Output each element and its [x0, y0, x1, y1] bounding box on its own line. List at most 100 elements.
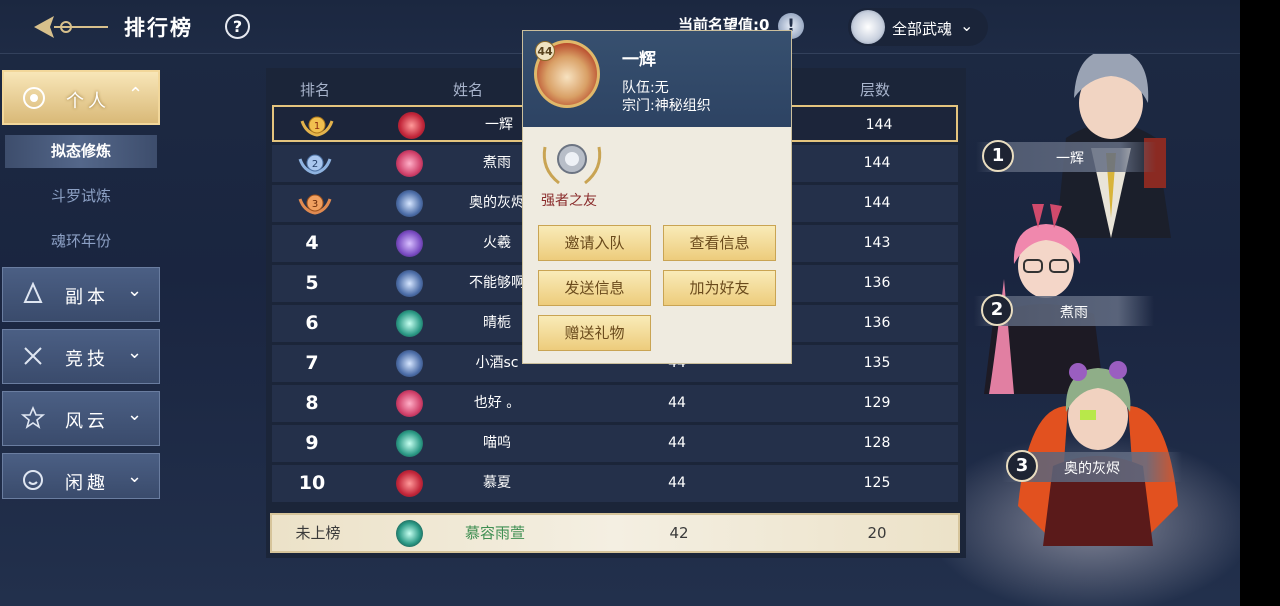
sidebar-item-storm[interactable]: 风云 ⌄	[2, 391, 160, 446]
martial-soul-emblem-icon	[396, 390, 423, 417]
my-name: 慕容雨萱	[464, 524, 525, 542]
sidebar-item-label: 竞技	[65, 349, 109, 370]
martial-soul-emblem-icon	[396, 470, 423, 497]
chevron-down-icon: ⌄	[127, 342, 143, 363]
send-gift-button[interactable]: 赠送礼物	[538, 315, 651, 351]
add-friend-button[interactable]: 加为好友	[663, 270, 776, 306]
sidebar-item-leisure[interactable]: 闲趣 ⌄	[2, 453, 160, 499]
martial-soul-emblem-icon	[398, 112, 425, 139]
leisure-icon	[23, 470, 43, 490]
player-floors: 125	[863, 475, 891, 491]
sidebar-item-label: 风云	[65, 411, 109, 432]
chevron-up-icon: ⌃	[128, 84, 144, 105]
player-floors: 143	[863, 235, 891, 251]
my-rank: 未上榜	[295, 524, 341, 542]
help-button[interactable]: ?	[225, 14, 250, 39]
table-row[interactable]: 8 也好 。 44 129	[272, 385, 958, 422]
person-icon	[23, 87, 45, 109]
podium-rank-1: 1	[982, 140, 1014, 172]
player-level: 44	[668, 435, 686, 451]
soul-filter-dropdown[interactable]: 全部武魂 ⌄	[848, 8, 988, 46]
player-name: 也好 。	[473, 395, 521, 411]
player-floors: 128	[863, 435, 891, 451]
header-rank: 排名	[300, 81, 331, 99]
soul-filter-label: 全部武魂	[892, 20, 953, 38]
back-button[interactable]	[32, 12, 110, 42]
martial-soul-emblem-icon	[396, 150, 423, 177]
player-floors: 144	[863, 195, 891, 211]
player-info-popup: 44 一辉 队伍:无 宗门:神秘组织 强者之友 邀请入队 查看信息 发送信息 加…	[522, 30, 792, 364]
player-level: 44	[668, 395, 686, 411]
invite-team-button[interactable]: 邀请入队	[538, 225, 651, 261]
player-name: 喵呜	[483, 435, 511, 451]
bronze-medal-icon: 3	[298, 194, 332, 215]
game-screen: 一辉 1 煮雨 2 奥的灰烬 3 排行榜 ? 当前名望值:0 ! 全部武魂 ⌄ …	[0, 0, 1240, 606]
martial-soul-emblem-icon	[396, 430, 423, 457]
my-level: 42	[669, 524, 689, 542]
martial-soul-emblem-icon	[396, 270, 423, 297]
header-name: 姓名	[453, 81, 484, 99]
send-message-button[interactable]: 发送信息	[538, 270, 651, 306]
sidebar-item-label: 个人	[66, 91, 110, 112]
dungeon-icon	[23, 282, 43, 303]
player-floors: 135	[863, 355, 891, 371]
rank-number: 10	[298, 472, 326, 494]
avatar-level-badge: 44	[535, 41, 555, 61]
svg-text:3: 3	[312, 199, 318, 210]
sidebar-item-arena[interactable]: 竞技 ⌄	[2, 329, 160, 384]
podium-rank-2: 2	[981, 294, 1013, 326]
rank-number: 7	[305, 352, 319, 374]
table-row[interactable]: 10 慕夏 44 125	[272, 465, 958, 502]
martial-soul-emblem-icon	[396, 190, 423, 217]
popup-header: 44 一辉 队伍:无 宗门:神秘组织	[523, 31, 791, 127]
player-level: 44	[668, 475, 686, 491]
popup-team: 队伍:无	[622, 80, 669, 96]
player-floors: 144	[863, 155, 891, 171]
podium-name: 奥的灰烬	[1064, 461, 1120, 477]
back-arrow-icon	[34, 16, 108, 38]
podium-rank-3: 3	[1006, 450, 1038, 482]
martial-soul-icon	[851, 10, 885, 44]
podium-name: 一辉	[1056, 151, 1084, 167]
sidebar-item-dungeon[interactable]: 副本 ⌄	[2, 267, 160, 322]
page-title: 排行榜	[124, 16, 193, 40]
player-name: 慕夏	[483, 475, 511, 491]
chevron-down-icon: ⌄	[127, 404, 143, 425]
martial-soul-emblem-icon	[396, 310, 423, 337]
view-info-button[interactable]: 查看信息	[663, 225, 776, 261]
svg-text:2: 2	[312, 159, 318, 170]
my-rank-row[interactable]: 未上榜 慕容雨萱 42 20	[270, 513, 960, 553]
arena-icon	[24, 347, 42, 365]
martial-soul-emblem-icon	[396, 520, 423, 547]
popup-sect: 宗门:神秘组织	[622, 98, 711, 114]
rank-number: 6	[305, 312, 319, 334]
rank-number: 9	[305, 432, 319, 454]
table-row[interactable]: 9 喵呜 44 128	[272, 425, 958, 462]
sidebar-subitem-mimic[interactable]: 拟态修炼	[5, 135, 157, 168]
rank-number: 8	[305, 392, 319, 414]
gold-medal-icon: 1	[300, 116, 334, 137]
martial-soul-emblem-icon	[396, 230, 423, 257]
svg-text:1: 1	[314, 121, 320, 132]
player-floors: 144	[865, 117, 893, 133]
sidebar-subitem-soulring[interactable]: 魂环年份	[5, 225, 157, 258]
sidebar-item-personal[interactable]: 个人 ⌃	[2, 70, 160, 125]
sidebar-item-label: 闲趣	[65, 473, 109, 494]
popup-title-name: 强者之友	[541, 193, 597, 209]
rank-number: 5	[305, 272, 319, 294]
my-floors: 20	[867, 524, 887, 542]
chevron-down-icon: ⌄	[127, 466, 143, 487]
sidebar-subitem-trial[interactable]: 斗罗试炼	[5, 180, 157, 213]
header-floors: 层数	[860, 81, 891, 99]
podium-name: 煮雨	[1060, 305, 1088, 321]
sidebar-item-label: 副本	[65, 287, 109, 308]
martial-soul-emblem-icon	[396, 350, 423, 377]
chevron-down-icon: ⌄	[960, 16, 974, 35]
laurel-badge-icon	[542, 144, 602, 185]
podium-area: 一辉 1 煮雨 2 奥的灰烬 3	[926, 49, 1240, 606]
rank-number: 4	[305, 232, 319, 254]
storm-icon	[21, 406, 45, 429]
screen-edge	[1240, 0, 1280, 606]
chevron-down-icon: ⌄	[127, 280, 143, 301]
player-floors: 136	[863, 275, 891, 291]
